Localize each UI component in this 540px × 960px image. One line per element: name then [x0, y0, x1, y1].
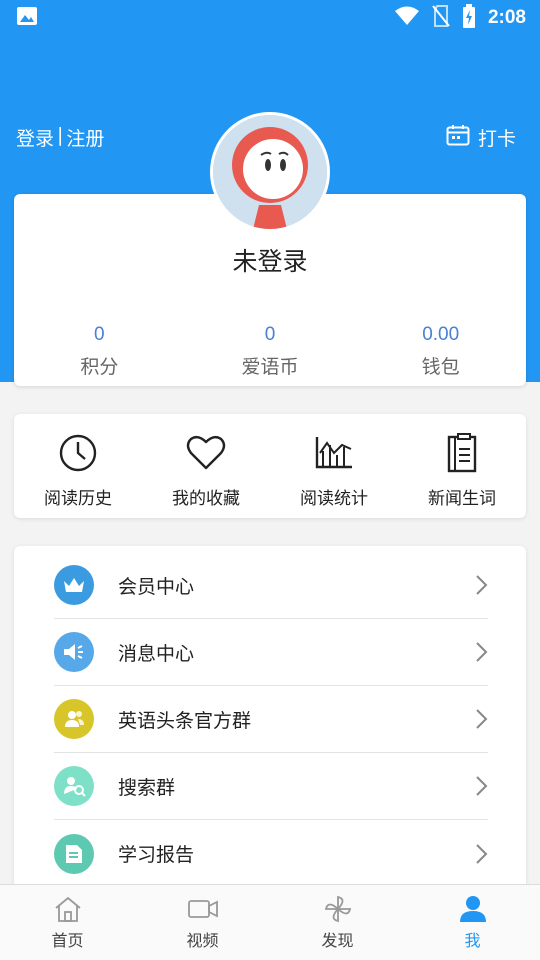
tab-home[interactable]: 首页 [0, 885, 135, 960]
stat-label: 积分 [80, 356, 119, 378]
chevron-right-icon [476, 843, 488, 864]
clock-time: 2:08 [487, 7, 526, 28]
gallery-notification-icon [16, 6, 38, 30]
quick-reading-history[interactable]: 阅读历史 [14, 414, 142, 518]
checkin-button[interactable]: 打卡 [446, 124, 516, 151]
chevron-right-icon [476, 776, 488, 796]
heart-icon [185, 432, 227, 474]
stat-value: 0.00 [422, 324, 460, 345]
notebook-icon [441, 432, 483, 474]
checkin-label: 打卡 [477, 128, 516, 150]
status-bar: 2:08 [0, 0, 540, 36]
no-sim-icon [432, 5, 450, 31]
chart-icon [313, 432, 355, 474]
stat-value: 0 [264, 324, 276, 345]
menu-label: 搜索群 [118, 776, 176, 799]
bottom-tab-bar: 首页 视频 发现 我 [0, 884, 540, 960]
pinwheel-icon [324, 895, 351, 923]
clock-icon [57, 432, 99, 474]
crown-icon [54, 565, 94, 605]
video-icon [187, 900, 218, 918]
menu-item-messages[interactable]: 消息中心 [54, 619, 488, 686]
report-icon [54, 833, 94, 874]
stat-label: 钱包 [421, 356, 460, 378]
chevron-right-icon [476, 575, 488, 595]
chevron-right-icon [476, 709, 488, 729]
menu-item-study-report[interactable]: 学习报告 [54, 820, 488, 887]
quick-label: 新闻生词 [428, 489, 496, 509]
login-separator: | [57, 124, 64, 146]
login-link[interactable]: 登录 [16, 124, 54, 151]
tab-label: 首页 [51, 931, 84, 950]
menu-label: 学习报告 [118, 844, 195, 866]
quick-actions: 阅读历史 我的收藏 阅读统计 新闻生词 [14, 414, 526, 518]
home-icon [54, 896, 81, 922]
quick-label: 阅读统计 [300, 489, 368, 509]
calendar-icon [446, 124, 470, 151]
group-icon [54, 699, 94, 739]
stat-label: 爱语币 [241, 356, 299, 378]
menu-label: 英语头条官方群 [118, 709, 252, 732]
user-name: 未登录 [232, 247, 308, 276]
menu-label: 会员中心 [118, 575, 195, 598]
tab-label: 视频 [186, 931, 219, 950]
tab-me[interactable]: 我 [405, 885, 540, 960]
search-group-icon [54, 766, 94, 806]
speaker-icon [54, 632, 94, 672]
tab-discover[interactable]: 发现 [270, 885, 405, 960]
user-icon [459, 896, 486, 922]
register-link[interactable]: 注册 [66, 124, 104, 151]
login-register: 登录 | 注册 [16, 124, 104, 151]
quick-reading-stats[interactable]: 阅读统计 [270, 414, 398, 518]
quick-news-vocab[interactable]: 新闻生词 [398, 414, 526, 518]
menu-item-official-group[interactable]: 英语头条官方群 [54, 686, 488, 753]
menu-item-search-group[interactable]: 搜索群 [54, 753, 488, 820]
menu-label: 消息中心 [118, 642, 195, 665]
stat-points[interactable]: 0 积分 [14, 324, 185, 379]
tab-video[interactable]: 视频 [135, 885, 270, 960]
quick-label: 阅读历史 [44, 489, 112, 509]
avatar[interactable] [210, 112, 330, 232]
tab-label: 发现 [321, 931, 354, 950]
quick-label: 我的收藏 [172, 489, 240, 509]
stat-coins[interactable]: 0 爱语币 [185, 324, 356, 379]
profile-stats: 0 积分 0 爱语币 0.00 钱包 [14, 324, 526, 379]
stat-wallet[interactable]: 0.00 钱包 [355, 324, 526, 379]
tab-label: 我 [464, 931, 481, 950]
battery-charging-icon [462, 4, 476, 32]
chevron-right-icon [476, 642, 488, 662]
wifi-icon [394, 6, 420, 30]
stat-value: 0 [94, 324, 105, 345]
menu-item-vip[interactable]: 会员中心 [54, 552, 488, 619]
quick-favorites[interactable]: 我的收藏 [142, 414, 270, 518]
menu-list: 会员中心 消息中心 英语头条官方群 搜索群 学习报告 [14, 546, 526, 906]
